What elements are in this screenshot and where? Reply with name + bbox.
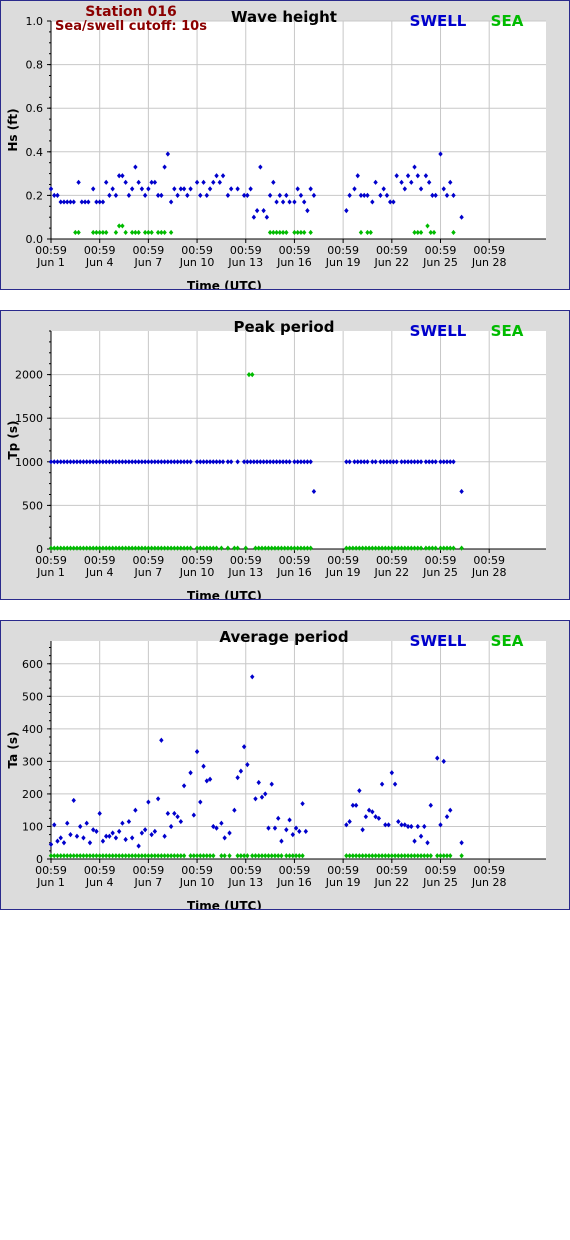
x-tick-date: Jun 19 <box>325 566 361 579</box>
x-tick-date: Jun 22 <box>373 876 409 889</box>
x-tick-date: Jun 19 <box>325 876 361 889</box>
x-tick-date: Jun 16 <box>276 876 312 889</box>
legend-sea: SEA <box>491 322 524 340</box>
y-axis-label: Hs (ft) <box>6 108 20 151</box>
x-axis-label: Time (UTC) <box>187 279 262 289</box>
x-tick-date: Jun 10 <box>179 256 215 269</box>
y-tick-label: 0.6 <box>26 102 44 115</box>
chart-title: Wave height <box>231 8 337 26</box>
y-tick-label: 500 <box>22 499 43 512</box>
peak-period-chart: 050010001500200000:59Jun 100:59Jun 400:5… <box>6 318 546 599</box>
x-tick-date: Jun 22 <box>373 256 409 269</box>
y-tick-label: 0.4 <box>26 146 44 159</box>
wave-height-panel: 0.0 0.2 0.4 0.6 0.8 1.0 00:59 Jun 1 00:59 Jun 4 00… <box>0 0 570 290</box>
y-tick-label: 600 <box>22 658 43 671</box>
x-tick-date: Jun 1 <box>36 256 65 269</box>
legend-sea: SEA <box>491 632 524 650</box>
x-axis-label: Time (UTC) <box>187 589 262 599</box>
x-tick-date: Jun 19 <box>325 256 361 269</box>
x-tick-date: Jun 10 <box>179 566 215 579</box>
x-tick-date: Jun 25 <box>422 256 458 269</box>
x-tick-date: Jun 4 <box>85 566 114 579</box>
x-tick-date: Jun 13 <box>227 256 263 269</box>
chart-title: Average period <box>219 628 348 646</box>
x-tick-date: Jun 4 <box>85 256 114 269</box>
x-tick-date: Jun 7 <box>134 876 163 889</box>
x-tick-date: Jun 22 <box>373 566 409 579</box>
y-tick-label: 500 <box>22 690 43 703</box>
x-tick-date: Jun 1 <box>36 876 65 889</box>
x-axis-label: Time (UTC) <box>187 899 262 909</box>
y-tick-label: 1.0 <box>26 15 44 28</box>
y-tick-label: 200 <box>22 788 43 801</box>
legend-swell: SWELL <box>410 322 467 340</box>
x-tick-date: Jun 13 <box>227 876 263 889</box>
chart-title: Peak period <box>234 318 335 336</box>
x-tick-date: Jun 28 <box>471 876 507 889</box>
plot-area <box>51 21 546 239</box>
y-tick-label: 100 <box>22 820 43 833</box>
x-tick-date: Jun 4 <box>85 876 114 889</box>
x-tick-date: Jun 1 <box>36 566 65 579</box>
average-period-panel: 0 100 200 300 400 500 600 00:59 Jun 1 00:59 Jun 40… <box>0 620 570 910</box>
y-tick-label: 0.2 <box>26 189 44 202</box>
wave-height-chart: 0.00.20.40.60.81.000:59Jun 100:59Jun 400… <box>6 4 546 289</box>
x-tick-date: Jun 10 <box>179 876 215 889</box>
y-tick-label: 0.8 <box>26 59 44 72</box>
x-tick-date: Jun 25 <box>422 566 458 579</box>
x-tick-date: Jun 28 <box>471 566 507 579</box>
x-tick-date: Jun 16 <box>276 256 312 269</box>
y-axis-label: Tp (s) <box>6 420 20 459</box>
average-period-chart: 010020030040050060000:59Jun 100:59Jun 40… <box>6 628 546 909</box>
plot-area <box>51 331 546 549</box>
station-name: Station 016 <box>85 4 176 20</box>
peak-period-panel: 0 500 1000 1500 2000 00:59 Jun 1 00:59 Jun 4 00:5… <box>0 310 570 600</box>
legend-sea: SEA <box>491 12 524 30</box>
y-axis-label: Ta (s) <box>6 731 20 768</box>
x-tick-date: Jun 16 <box>276 566 312 579</box>
x-tick-date: Jun 25 <box>422 876 458 889</box>
y-tick-label: 400 <box>22 723 43 736</box>
x-tick-date: Jun 28 <box>471 256 507 269</box>
x-tick-date: Jun 7 <box>134 566 163 579</box>
sea-swell-cutoff: Sea/swell cutoff: 10s <box>55 19 207 34</box>
legend-swell: SWELL <box>410 632 467 650</box>
y-tick-label: 300 <box>22 755 43 768</box>
x-tick-date: Jun 7 <box>134 256 163 269</box>
y-tick-label: 2000 <box>15 369 43 382</box>
legend-swell: SWELL <box>410 12 467 30</box>
x-tick-date: Jun 13 <box>227 566 263 579</box>
